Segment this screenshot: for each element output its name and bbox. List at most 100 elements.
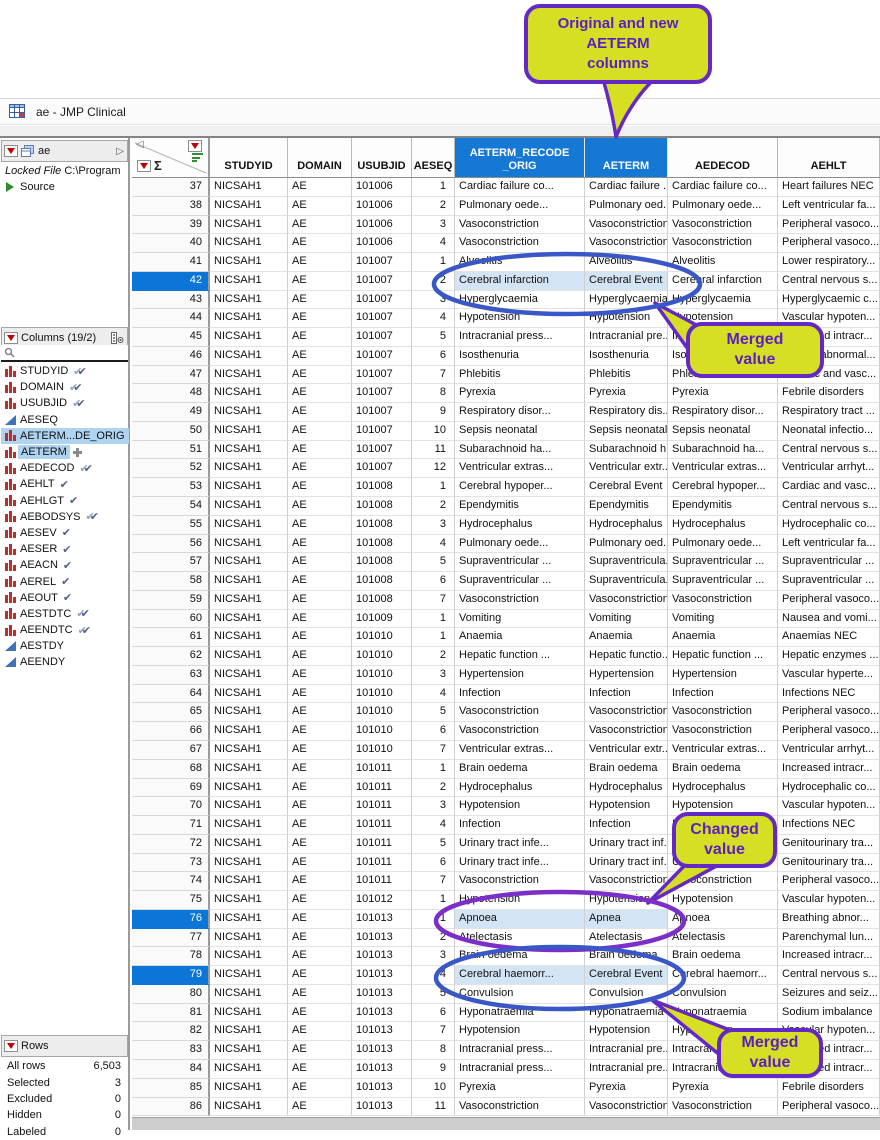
table-cell[interactable]: NICSAH1 — [210, 741, 288, 760]
table-cell[interactable]: 101007 — [352, 291, 412, 310]
table-cell[interactable]: Hyperglycaemic c... — [778, 291, 880, 310]
table-cell[interactable]: NICSAH1 — [210, 722, 288, 741]
table-cell[interactable]: 4 — [412, 309, 455, 328]
table-cell[interactable]: Sepsis neonatal — [585, 422, 668, 441]
table-cell[interactable]: Central nervous s... — [778, 441, 880, 460]
table-cell[interactable]: NICSAH1 — [210, 1022, 288, 1041]
table-cell[interactable]: AE — [288, 835, 352, 854]
column-header-DOMAIN[interactable]: DOMAIN — [288, 138, 352, 177]
table-cell[interactable]: 9 — [412, 403, 455, 422]
table-cell[interactable]: Hyperglycaemia — [455, 291, 585, 310]
table-cell[interactable]: NICSAH1 — [210, 610, 288, 629]
table-cell[interactable]: AE — [288, 741, 352, 760]
table-cell[interactable]: Respiratory tract ... — [778, 403, 880, 422]
row-number-cell[interactable]: 47 — [132, 366, 210, 385]
table-cell[interactable]: 101007 — [352, 384, 412, 403]
column-header-AEDECOD[interactable]: AEDECOD — [668, 138, 778, 177]
row-number-cell[interactable]: 86 — [132, 1098, 210, 1117]
table-cell[interactable]: 11 — [412, 1098, 455, 1117]
row-number-cell[interactable]: 68 — [132, 760, 210, 779]
table-cell[interactable]: 101011 — [352, 816, 412, 835]
row-number-cell[interactable]: 75 — [132, 891, 210, 910]
table-cell[interactable]: NICSAH1 — [210, 234, 288, 253]
table-cell[interactable]: Intracranial pre... — [585, 1060, 668, 1079]
table-cell[interactable]: 2 — [412, 779, 455, 798]
table-cell[interactable]: Ependymitis — [668, 497, 778, 516]
sort-order-icon[interactable] — [192, 153, 203, 164]
table-cell[interactable]: Atelectasis — [668, 929, 778, 948]
table-cell[interactable]: Hydrocephalic co... — [778, 779, 880, 798]
table-cell[interactable]: Left ventricular fa... — [778, 197, 880, 216]
table-cell[interactable]: Brain oedema — [455, 947, 585, 966]
table-cell[interactable]: Central nervous s... — [778, 966, 880, 985]
table-cell[interactable]: NICSAH1 — [210, 872, 288, 891]
table-cell[interactable]: Ventricular extr... — [585, 459, 668, 478]
table-cell[interactable]: Cardiac failure ... — [585, 178, 668, 197]
table-cell[interactable]: Cardiac failure co... — [668, 178, 778, 197]
table-cell[interactable]: AE — [288, 272, 352, 291]
table-cell[interactable]: Supraventricula... — [585, 572, 668, 591]
table-cell[interactable]: NICSAH1 — [210, 178, 288, 197]
table-cell[interactable]: AE — [288, 722, 352, 741]
table-cell[interactable]: NICSAH1 — [210, 535, 288, 554]
table-cell[interactable]: Phlebitis — [455, 366, 585, 385]
table-cell[interactable]: 101006 — [352, 197, 412, 216]
table-cell[interactable]: Infection — [668, 685, 778, 704]
row-number-cell[interactable]: 69 — [132, 779, 210, 798]
table-cell[interactable]: Respiratory disor... — [668, 403, 778, 422]
table-cell[interactable]: 101013 — [352, 947, 412, 966]
table-cell[interactable]: Cerebral infarction — [668, 272, 778, 291]
table-cell[interactable]: 101007 — [352, 403, 412, 422]
table-cell[interactable]: AE — [288, 947, 352, 966]
table-cell[interactable]: AE — [288, 891, 352, 910]
table-cell[interactable]: AE — [288, 685, 352, 704]
table-cell[interactable]: NICSAH1 — [210, 422, 288, 441]
row-number-cell[interactable]: 80 — [132, 985, 210, 1004]
table-cell[interactable]: 101010 — [352, 666, 412, 685]
table-cell[interactable]: AE — [288, 816, 352, 835]
table-cell[interactable]: Cardiac failure co... — [455, 178, 585, 197]
table-cell[interactable]: Vasoconstriction — [455, 872, 585, 891]
table-cell[interactable]: Cardiac and vasc... — [778, 478, 880, 497]
table-cell[interactable]: Supraventricular ... — [455, 553, 585, 572]
table-cell[interactable]: AE — [288, 347, 352, 366]
table-cell[interactable]: AE — [288, 384, 352, 403]
table-cell[interactable]: AE — [288, 441, 352, 460]
table-cell[interactable]: AE — [288, 647, 352, 666]
table-cell[interactable]: NICSAH1 — [210, 666, 288, 685]
table-cell[interactable]: 101009 — [352, 610, 412, 629]
table-cell[interactable]: Vomiting — [668, 610, 778, 629]
table-cell[interactable]: Vasoconstriction — [585, 722, 668, 741]
table-cell[interactable]: Heart failures NEC — [778, 178, 880, 197]
table-cell[interactable]: 1 — [412, 253, 455, 272]
table-cell[interactable]: 2 — [412, 497, 455, 516]
table-cell[interactable]: Increased intracr... — [778, 947, 880, 966]
table-cell[interactable]: Atelectasis — [585, 929, 668, 948]
table-cell[interactable]: AE — [288, 610, 352, 629]
table-cell[interactable]: Convulsion — [455, 985, 585, 1004]
table-cell[interactable]: Vasoconstriction — [668, 722, 778, 741]
column-list-item-AEREL[interactable]: AEREL✔ — [1, 573, 129, 589]
table-cell[interactable]: Vasoconstriction — [455, 722, 585, 741]
table-cell[interactable]: 101013 — [352, 1079, 412, 1098]
red-triangle-menu-icon[interactable] — [4, 1040, 18, 1052]
table-cell[interactable]: AE — [288, 497, 352, 516]
table-cell[interactable]: 101011 — [352, 779, 412, 798]
horizontal-scrollbar[interactable] — [132, 1117, 880, 1130]
table-cell[interactable]: 7 — [412, 741, 455, 760]
table-cell[interactable]: NICSAH1 — [210, 647, 288, 666]
column-list-item-AEACN[interactable]: AEACN✔ — [1, 557, 129, 573]
column-list-item-AESTDTC[interactable]: AESTDTC✔✔ — [1, 606, 129, 622]
table-cell[interactable]: Breathing abnor... — [778, 910, 880, 929]
table-cell[interactable]: Urinary tract inf... — [585, 835, 668, 854]
row-number-cell[interactable]: 82 — [132, 1022, 210, 1041]
table-cell[interactable]: Intracranial pre... — [585, 1041, 668, 1060]
table-cell[interactable]: Vasoconstriction — [455, 234, 585, 253]
table-cell[interactable]: 101011 — [352, 797, 412, 816]
table-cell[interactable]: Genitourinary tra... — [778, 854, 880, 873]
column-view-settings-icon[interactable] — [110, 332, 124, 344]
table-cell[interactable]: AE — [288, 309, 352, 328]
row-number-cell[interactable]: 55 — [132, 516, 210, 535]
table-cell[interactable]: Hyponatraemia — [585, 1004, 668, 1023]
table-cell[interactable]: NICSAH1 — [210, 703, 288, 722]
